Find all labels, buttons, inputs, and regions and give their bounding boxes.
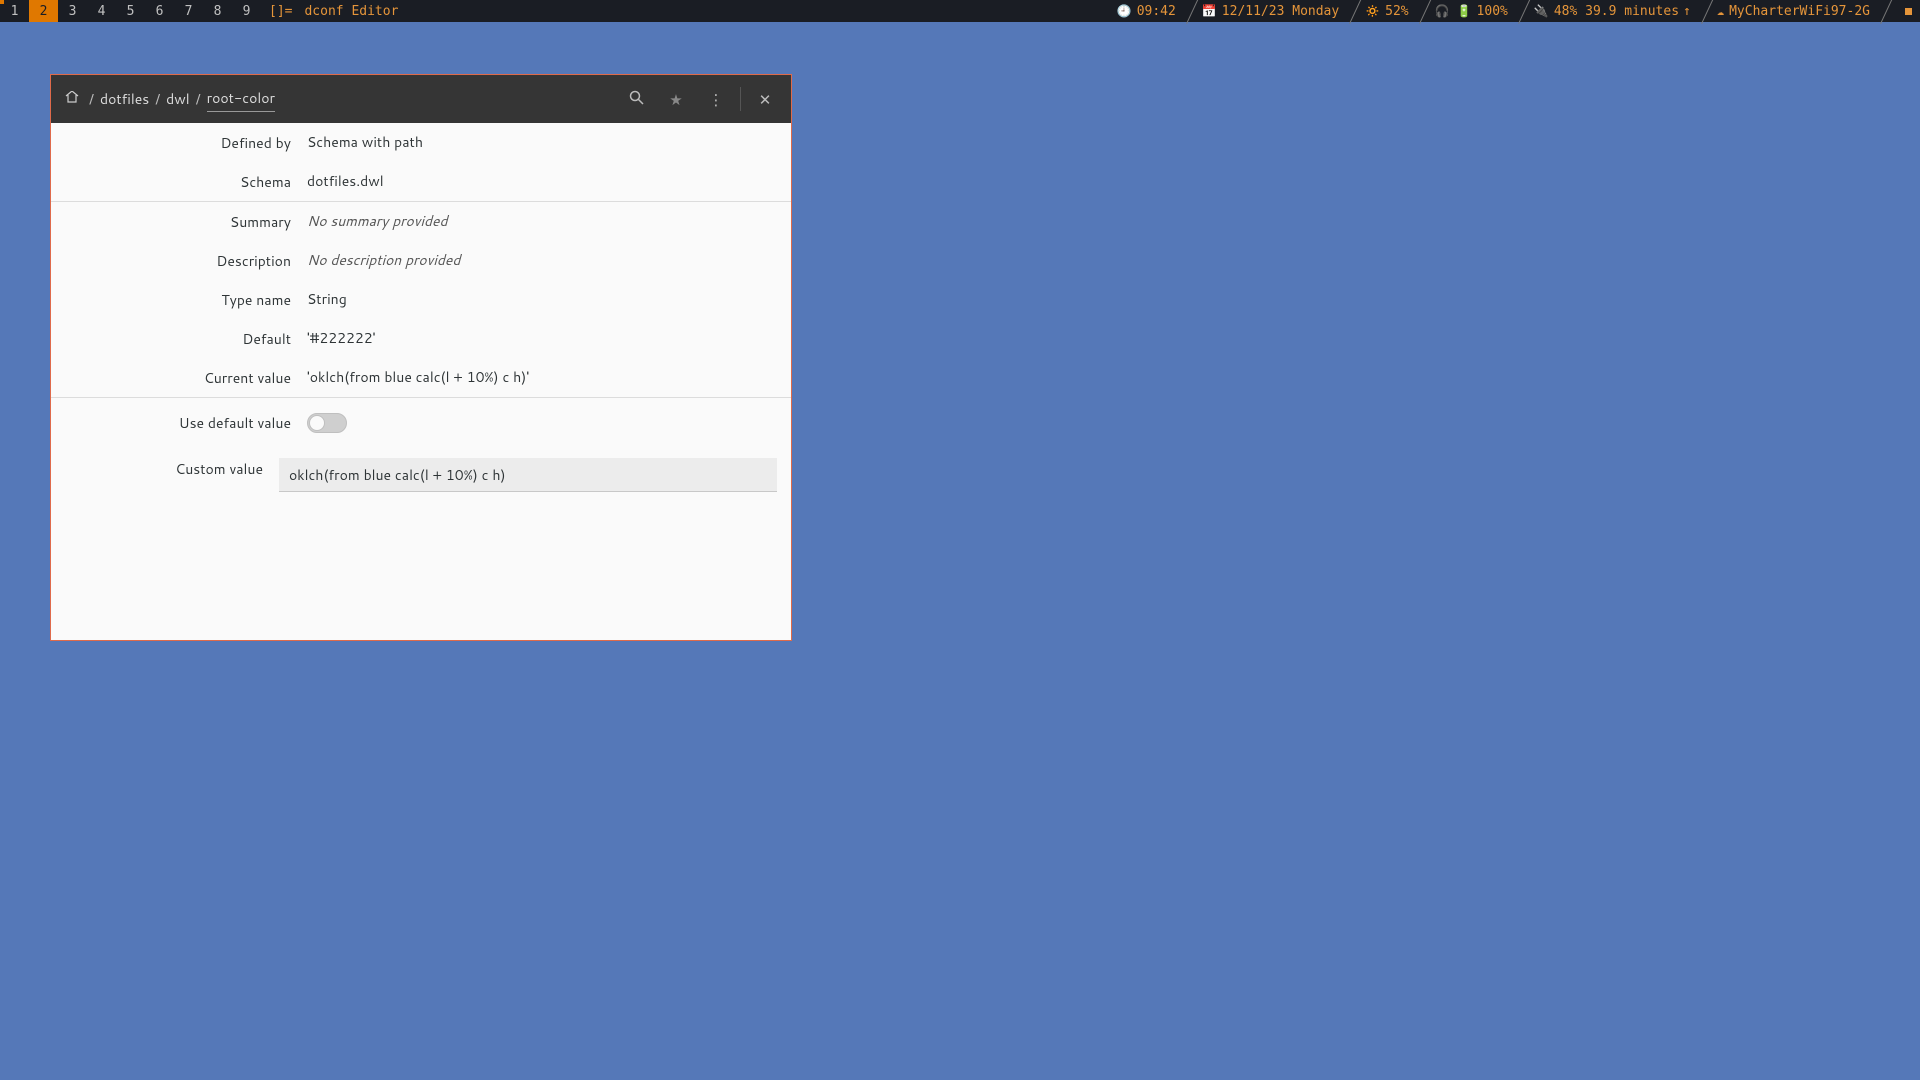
tray-indicator-icon	[1905, 8, 1912, 15]
date-module: 📅 12/11/23 Monday	[1202, 0, 1347, 22]
plug-icon: 🔌	[1534, 4, 1549, 18]
breadcrumb-segment-current[interactable]: root-color	[207, 86, 275, 112]
type-name-label: Type name	[51, 289, 307, 310]
schema-row: Schema dotfiles.dwl	[51, 162, 791, 201]
use-default-label: Use default value	[51, 412, 307, 433]
summary-row: Summary No summary provided	[51, 202, 791, 241]
defined-by-row: Defined by Schema with path	[51, 123, 791, 162]
default-value: '#222222'	[307, 328, 791, 348]
calendar-icon: 📅	[1202, 4, 1217, 18]
workspace-tags: 1 2 3 4 5 6 7 8 9	[0, 0, 261, 22]
current-value-row: Current value 'oklch(from blue calc(l + …	[51, 358, 791, 397]
defined-by-label: Defined by	[51, 132, 307, 153]
summary-label: Summary	[51, 211, 307, 232]
module-separator	[1184, 0, 1202, 22]
cloud-icon: ☁	[1717, 4, 1724, 18]
kebab-menu-icon: ⋮	[709, 89, 724, 110]
description-value: No description provided	[307, 250, 791, 270]
brightness-module: 🔅 52%	[1365, 0, 1416, 22]
workspace-tag-5[interactable]: 5	[116, 0, 145, 22]
current-value-value: 'oklch(from blue calc(l + 10%) c h)'	[307, 367, 791, 387]
schema-label: Schema	[51, 171, 307, 192]
breadcrumb-separator: /	[190, 89, 207, 109]
summary-value: No summary provided	[307, 211, 791, 231]
switch-knob	[309, 415, 325, 431]
close-button[interactable]: ✕	[745, 82, 785, 116]
workspace-tag-2[interactable]: 2	[29, 0, 58, 22]
brightness-icon: 🔅	[1365, 4, 1380, 18]
bookmark-button[interactable]: ★	[656, 82, 696, 116]
schema-section: Defined by Schema with path Schema dotfi…	[51, 123, 791, 202]
home-icon[interactable]	[65, 90, 83, 108]
active-window-title: dconf Editor	[300, 0, 402, 22]
audio-text: 100%	[1477, 4, 1508, 19]
breadcrumb-separator: /	[83, 89, 100, 109]
workspace-tag-3[interactable]: 3	[58, 0, 87, 22]
description-label: Description	[51, 250, 307, 271]
brightness-text: 52%	[1385, 4, 1408, 19]
type-name-row: Type name String	[51, 280, 791, 319]
custom-value-control	[279, 458, 791, 492]
workspace-tag-7[interactable]: 7	[174, 0, 203, 22]
module-separator	[1516, 0, 1534, 22]
workspace-tag-4[interactable]: 4	[87, 0, 116, 22]
info-section: Summary No summary provided Description …	[51, 202, 791, 398]
battery-icon: 🔋	[1457, 4, 1472, 18]
systray[interactable]	[1896, 0, 1920, 22]
defined-by-value: Schema with path	[307, 132, 791, 152]
custom-value-input[interactable]	[279, 458, 777, 492]
star-icon: ★	[669, 89, 682, 110]
schema-value: dotfiles.dwl	[307, 171, 791, 191]
type-name-value: String	[307, 289, 791, 309]
default-label: Default	[51, 328, 307, 349]
module-separator	[1699, 0, 1717, 22]
edit-section: Use default value Custom value	[51, 398, 791, 501]
breadcrumb-segment[interactable]: dwl	[166, 87, 190, 111]
workspace-tag-6[interactable]: 6	[145, 0, 174, 22]
use-default-control	[307, 413, 791, 433]
status-bar: 1 2 3 4 5 6 7 8 9 []= dconf Editor 🕘 09:…	[0, 0, 1920, 22]
default-row: Default '#222222'	[51, 319, 791, 358]
description-row: Description No description provided	[51, 241, 791, 280]
use-default-switch[interactable]	[307, 413, 347, 433]
battery-arrow: ↑	[1683, 4, 1691, 19]
clock-icon: 🕘	[1117, 4, 1132, 18]
breadcrumb-separator: /	[149, 89, 166, 109]
clock-text: 09:42	[1137, 4, 1176, 19]
wifi-text: MyCharterWiFi97-2G	[1729, 4, 1870, 19]
battery-module: 🔌 48% 39.9 minutes ↑	[1534, 0, 1699, 22]
key-details: Defined by Schema with path Schema dotfi…	[51, 123, 791, 640]
search-button[interactable]	[616, 82, 656, 116]
dconf-editor-window: / dotfiles / dwl / root-color ★ ⋮ ✕ Defi…	[50, 74, 792, 641]
status-modules: 🕘 09:42 📅 12/11/23 Monday 🔅 52% 🎧 🔋 100%…	[1117, 0, 1920, 22]
clock-module: 🕘 09:42	[1117, 0, 1184, 22]
header-bar: / dotfiles / dwl / root-color ★ ⋮ ✕	[51, 75, 791, 123]
current-value-label: Current value	[51, 367, 307, 388]
menu-button[interactable]: ⋮	[696, 82, 736, 116]
date-text: 12/11/23 Monday	[1222, 4, 1339, 19]
workspace-tag-1[interactable]: 1	[0, 0, 29, 22]
use-default-row: Use default value	[51, 398, 791, 442]
wifi-module: ☁ MyCharterWiFi97-2G	[1717, 0, 1878, 22]
battery-text: 48% 39.9 minutes	[1554, 4, 1679, 19]
module-separator	[1417, 0, 1435, 22]
custom-value-label: Custom value	[51, 458, 279, 479]
custom-value-row: Custom value	[51, 442, 791, 501]
workspace-tag-8[interactable]: 8	[203, 0, 232, 22]
breadcrumb: / dotfiles / dwl / root-color	[83, 86, 275, 112]
search-icon	[629, 89, 644, 110]
workspace-tag-9[interactable]: 9	[232, 0, 261, 22]
audio-module: 🎧 🔋 100%	[1435, 0, 1516, 22]
headerbar-divider	[740, 87, 741, 111]
module-separator	[1347, 0, 1365, 22]
headphones-icon: 🎧	[1435, 4, 1450, 18]
breadcrumb-segment[interactable]: dotfiles	[100, 87, 149, 111]
module-separator	[1878, 0, 1896, 22]
close-icon: ✕	[759, 89, 772, 110]
layout-symbol[interactable]: []=	[261, 0, 300, 22]
